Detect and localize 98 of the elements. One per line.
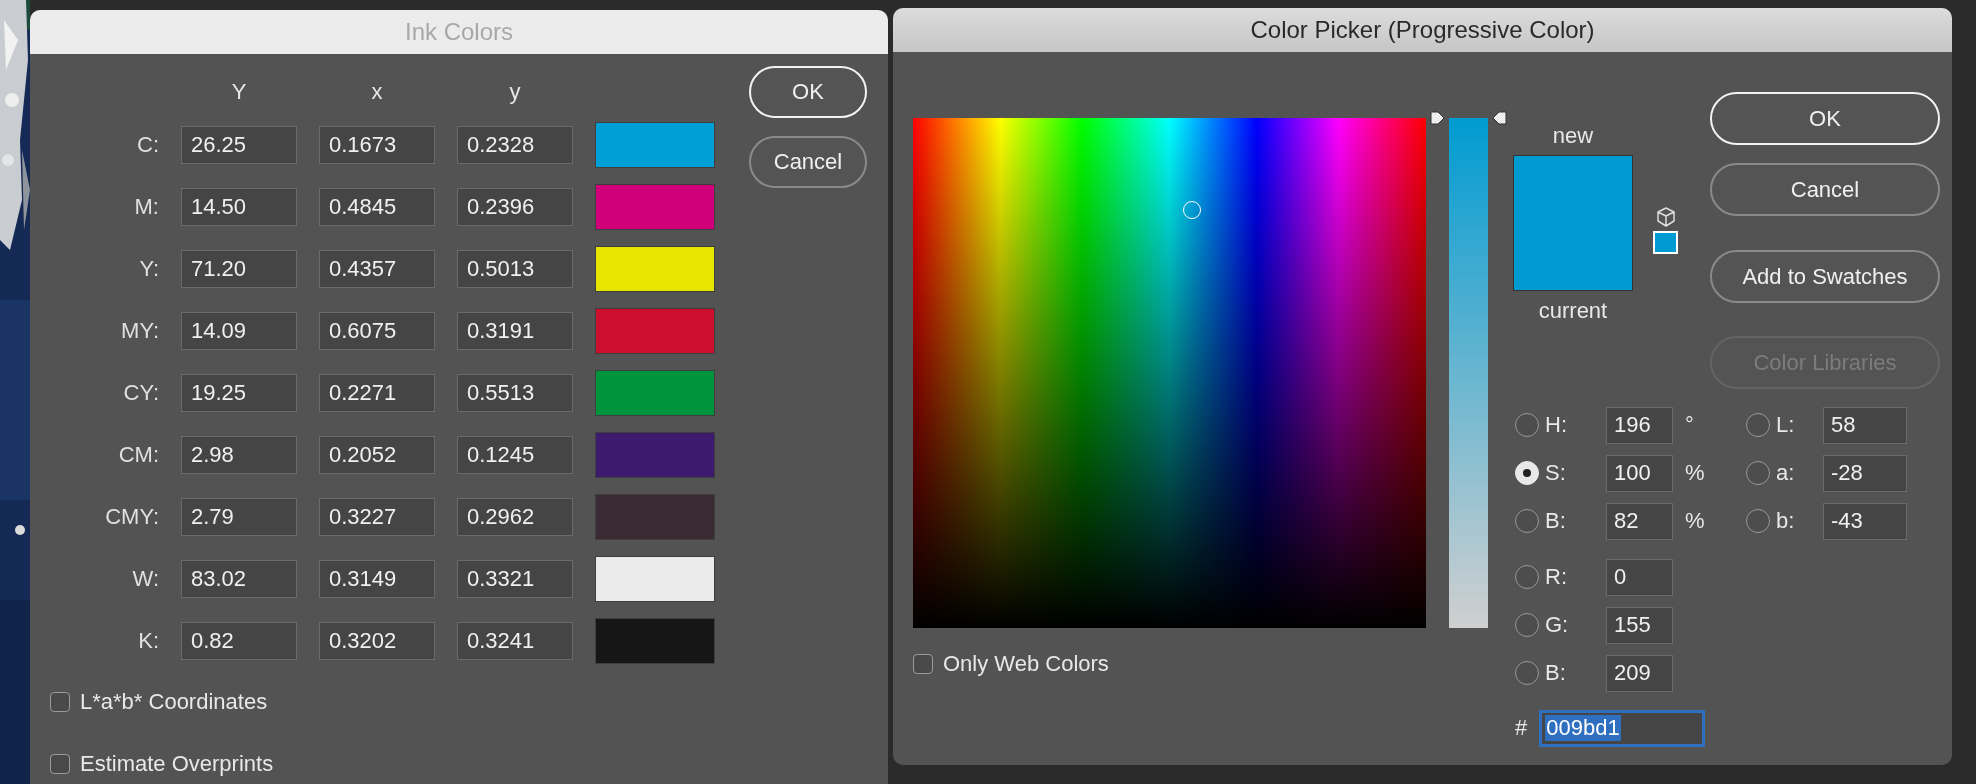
input-field[interactable]: 0.5013 — [457, 250, 573, 288]
color-swatch[interactable] — [595, 246, 715, 292]
color-field[interactable] — [913, 118, 1426, 628]
row-label: CM: — [118, 442, 159, 468]
slider-handle[interactable] — [1429, 111, 1508, 125]
color-swatch[interactable] — [595, 556, 715, 602]
input-field[interactable]: 196 — [1606, 406, 1673, 444]
input-field[interactable]: 0.2052 — [319, 436, 435, 474]
color-swatch[interactable] — [595, 432, 715, 478]
input-field[interactable]: 0.2328 — [457, 126, 573, 164]
column-header: y — [509, 79, 521, 105]
input-field[interactable]: 82 — [1606, 502, 1673, 540]
radio-button[interactable] — [1746, 413, 1770, 437]
input-field[interactable]: 0.2962 — [457, 498, 573, 536]
hex-field[interactable]: 009bd1 — [1539, 709, 1706, 747]
checkbox[interactable] — [50, 754, 70, 774]
radio-button[interactable] — [1515, 613, 1539, 637]
input-field[interactable]: 0.6075 — [319, 312, 435, 350]
input-field[interactable]: 2.79 — [181, 498, 297, 536]
row-label: M: — [134, 194, 159, 220]
row-label: CMY: — [105, 504, 159, 530]
input-field[interactable]: -28 — [1823, 454, 1907, 492]
input-field[interactable]: 26.25 — [181, 126, 297, 164]
row-label: C: — [137, 132, 159, 158]
input-field[interactable]: 0 — [1606, 558, 1673, 596]
dialog-button[interactable]: Add to Swatches — [1710, 250, 1940, 303]
field-label: B: — [1545, 508, 1567, 534]
column-header: Y — [231, 79, 247, 105]
color-swatch[interactable] — [595, 618, 715, 664]
input-field[interactable]: 71.20 — [181, 250, 297, 288]
checkbox-label: L*a*b* Coordinates — [80, 689, 268, 715]
field-label: R: — [1545, 564, 1568, 590]
input-field[interactable]: 0.3149 — [319, 560, 435, 598]
preview-label: current — [1538, 298, 1608, 324]
field-label: L: — [1776, 412, 1796, 438]
web-color-swatch[interactable] — [1653, 231, 1678, 254]
input-field[interactable]: 2.98 — [181, 436, 297, 474]
input-field[interactable]: -43 — [1823, 502, 1907, 540]
unit-label: ° — [1684, 412, 1694, 438]
window-title: Color Picker (Progressive Color) — [893, 8, 1952, 52]
checkbox[interactable] — [913, 654, 933, 674]
checkbox-label: Only Web Colors — [943, 651, 1109, 677]
input-field[interactable]: 0.2396 — [457, 188, 573, 226]
input-field[interactable]: 0.1245 — [457, 436, 573, 474]
field-label: a: — [1776, 460, 1796, 486]
radio-button[interactable] — [1746, 509, 1770, 533]
radio-button[interactable] — [1746, 461, 1770, 485]
cube-icon[interactable] — [1655, 207, 1676, 227]
input-field[interactable]: 209 — [1606, 654, 1673, 692]
input-field[interactable]: 0.1673 — [319, 126, 435, 164]
input-field[interactable]: 0.82 — [181, 622, 297, 660]
dialog-button[interactable]: OK — [749, 66, 867, 118]
checkbox-label: Estimate Overprints — [80, 751, 274, 777]
radio-button[interactable] — [1515, 661, 1539, 685]
input-field[interactable]: 100 — [1606, 454, 1673, 492]
input-field[interactable]: 14.50 — [181, 188, 297, 226]
row-label: W: — [132, 566, 159, 592]
input-field[interactable]: 58 — [1823, 406, 1907, 444]
color-swatch[interactable] — [595, 308, 715, 354]
row-label: MY: — [121, 318, 159, 344]
radio-button[interactable] — [1515, 509, 1539, 533]
input-field[interactable]: 0.3321 — [457, 560, 573, 598]
input-field[interactable]: 83.02 — [181, 560, 297, 598]
dialog-button[interactable]: Cancel — [749, 136, 867, 188]
column-header: x — [371, 79, 383, 105]
unit-label: % — [1684, 460, 1705, 486]
input-field[interactable]: 155 — [1606, 606, 1673, 644]
color-swatch[interactable] — [595, 184, 715, 230]
unit-label: % — [1684, 508, 1705, 534]
input-field[interactable]: 0.4357 — [319, 250, 435, 288]
field-label: b: — [1776, 508, 1796, 534]
row-label: CY: — [123, 380, 159, 406]
input-field[interactable]: 0.4845 — [319, 188, 435, 226]
input-field[interactable]: 0.3191 — [457, 312, 573, 350]
field-label: S: — [1545, 460, 1567, 486]
dialog-button[interactable]: OK — [1710, 92, 1940, 145]
color-swatch[interactable] — [595, 122, 715, 168]
input-field[interactable]: 0.3227 — [319, 498, 435, 536]
dialog-button[interactable]: Cancel — [1710, 163, 1940, 216]
color-swatch[interactable] — [595, 370, 715, 416]
field-label: H: — [1545, 412, 1568, 438]
checkbox[interactable] — [50, 692, 70, 712]
window-title: Ink Colors — [30, 10, 888, 54]
radio-button[interactable] — [1515, 413, 1539, 437]
row-label: K: — [138, 628, 159, 654]
input-field[interactable]: 0.3202 — [319, 622, 435, 660]
field-label: # — [1515, 715, 1528, 741]
input-field[interactable]: 14.09 — [181, 312, 297, 350]
color-swatch[interactable] — [595, 494, 715, 540]
field-label: B: — [1545, 660, 1567, 686]
input-field[interactable]: 0.3241 — [457, 622, 573, 660]
input-field[interactable]: 0.5513 — [457, 374, 573, 412]
preview-label: new — [1552, 123, 1594, 149]
input-field[interactable]: 19.25 — [181, 374, 297, 412]
input-field[interactable]: 0.2271 — [319, 374, 435, 412]
row-label: Y: — [139, 256, 159, 282]
radio-button[interactable] — [1515, 565, 1539, 589]
field-label: G: — [1545, 612, 1570, 638]
